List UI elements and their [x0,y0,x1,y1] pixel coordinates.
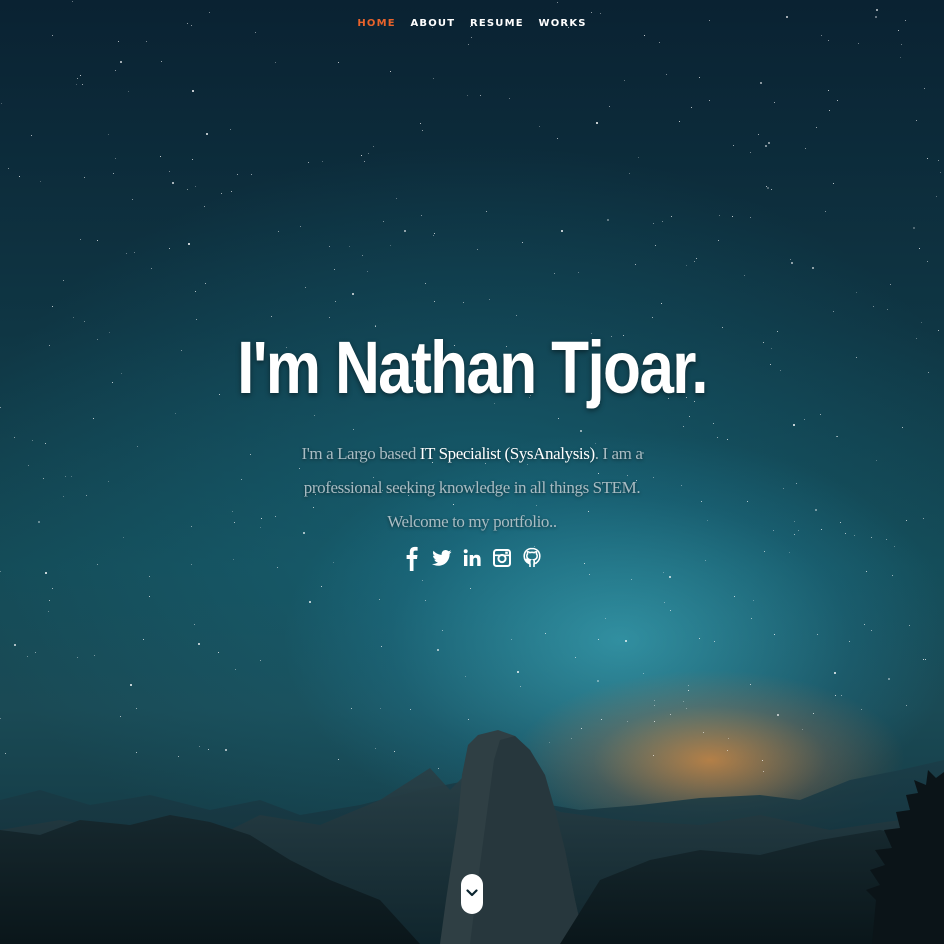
facebook-icon[interactable] [401,544,423,572]
twitter-icon[interactable] [431,544,453,572]
social-links [0,544,944,572]
github-icon[interactable] [521,544,543,572]
scroll-down-button[interactable] [461,874,483,914]
linkedin-icon[interactable] [461,544,483,572]
chevron-down-icon [466,889,478,897]
hero-headline: I'm Nathan Tjoar. [237,326,708,409]
instagram-icon[interactable] [491,544,513,572]
nav-works[interactable]: WORKS [538,18,586,29]
hero-section: HOME ABOUT RESUME WORKS I'm Nathan Tjoar… [0,0,944,944]
hero-intro: I'm a Largo based IT Specialist (SysAnal… [282,437,662,539]
nav-home[interactable]: HOME [357,18,395,29]
intro-role: IT Specialist (SysAnalysis) [419,444,595,463]
nav-resume[interactable]: RESUME [470,18,524,29]
nav-about[interactable]: ABOUT [410,18,455,29]
main-nav: HOME ABOUT RESUME WORKS [0,18,944,29]
intro-prefix: I'm a Largo based [301,444,420,463]
